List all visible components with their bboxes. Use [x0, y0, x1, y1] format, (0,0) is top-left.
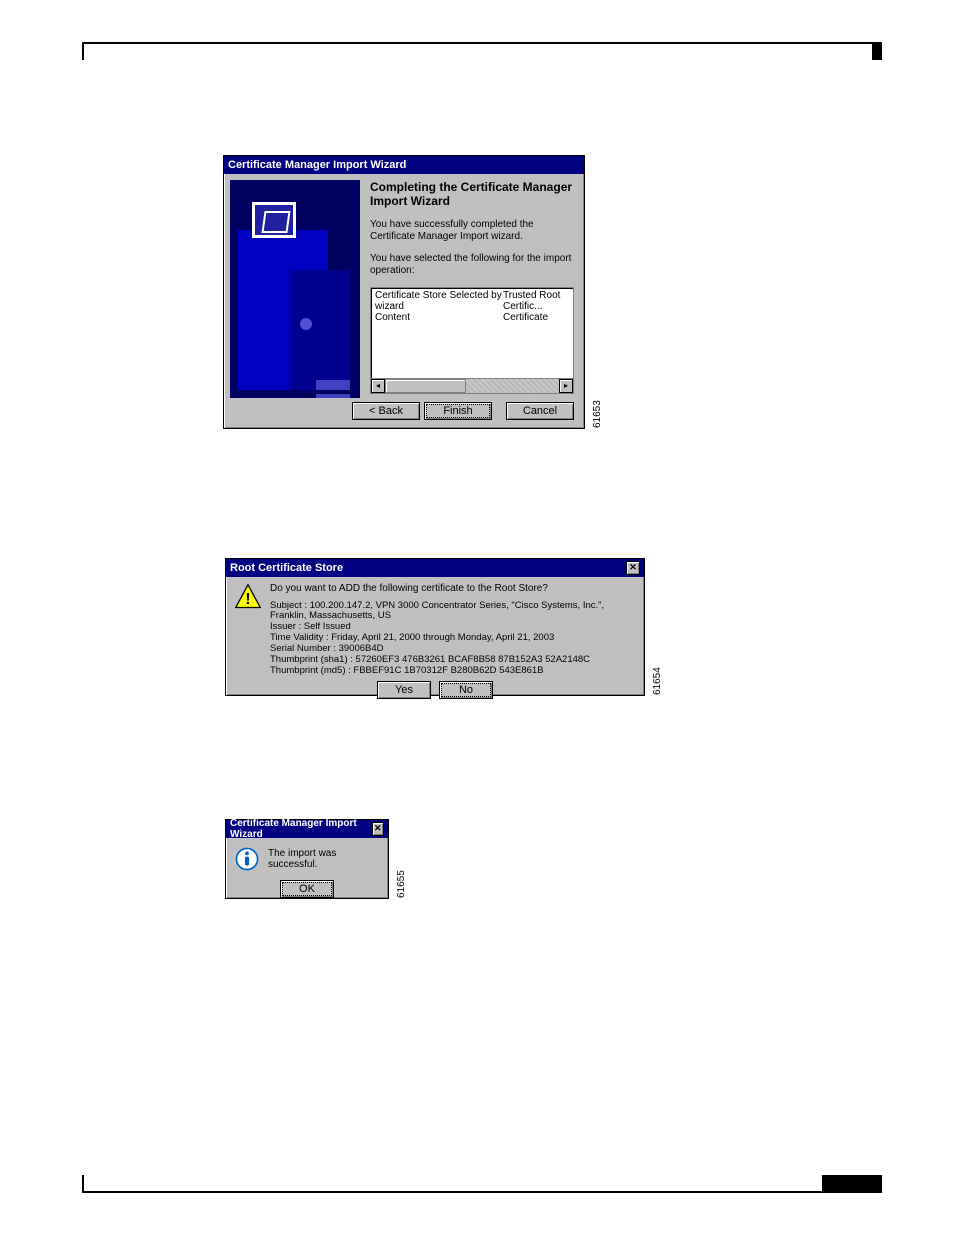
- cancel-button[interactable]: Cancel: [506, 402, 574, 420]
- wizard-summary-list: Certificate Store Selected by wizard Tru…: [370, 287, 574, 379]
- wizard-graphic: [230, 180, 360, 398]
- scroll-thumb[interactable]: [385, 379, 466, 393]
- success-dialog: Certificate Manager Import Wizard ✕ The …: [225, 819, 389, 899]
- warning-icon: !: [234, 583, 262, 611]
- no-button[interactable]: No: [439, 681, 493, 699]
- root-store-question: Do you want to ADD the following certifi…: [270, 583, 636, 595]
- close-icon[interactable]: ✕: [626, 561, 640, 575]
- list-label: Content: [375, 312, 503, 323]
- list-value: Trusted Root Certific...: [503, 290, 569, 312]
- list-label: Certificate Store Selected by wizard: [375, 290, 503, 312]
- wizard-text-2: You have selected the following for the …: [370, 253, 574, 277]
- root-store-title: Root Certificate Store: [230, 562, 343, 574]
- svg-text:!: !: [245, 591, 250, 608]
- figure-id-3: 61655: [396, 870, 407, 898]
- info-icon: [234, 846, 260, 872]
- yes-button[interactable]: Yes: [377, 681, 431, 699]
- figure-id-2: 61654: [652, 667, 663, 695]
- cert-subject: Subject : 100.200.147.2, VPN 3000 Concen…: [270, 601, 636, 623]
- close-icon[interactable]: ✕: [372, 822, 384, 836]
- horizontal-scrollbar[interactable]: ◂ ▸: [370, 378, 574, 394]
- success-title: Certificate Manager Import Wizard: [230, 818, 372, 840]
- root-store-dialog: Root Certificate Store ✕ ! Do you want t…: [225, 558, 645, 696]
- wizard-heading: Completing the Certificate Manager Impor…: [370, 180, 574, 209]
- certificate-icon: [252, 202, 296, 238]
- wizard-title: Certificate Manager Import Wizard: [228, 159, 406, 171]
- list-value: Certificate: [503, 312, 548, 323]
- page-frame-top: [82, 42, 882, 60]
- back-button[interactable]: < Back: [352, 402, 420, 420]
- wizard-dialog: Certificate Manager Import Wizard Comple…: [223, 155, 585, 429]
- scroll-left-icon[interactable]: ◂: [371, 379, 385, 393]
- figure-id-1: 61653: [592, 400, 603, 428]
- scroll-right-icon[interactable]: ▸: [559, 379, 573, 393]
- success-message: The import was successful.: [268, 848, 380, 870]
- list-item: Content Certificate: [375, 312, 569, 323]
- finish-button[interactable]: Finish: [424, 402, 492, 420]
- wizard-text-1: You have successfully completed the Cert…: [370, 219, 574, 243]
- list-item: Certificate Store Selected by wizard Tru…: [375, 290, 569, 312]
- page-frame-bottom: [82, 1175, 882, 1193]
- cert-md5: Thumbprint (md5) : FBBEF91C 1B70312F B28…: [270, 666, 636, 677]
- success-titlebar: Certificate Manager Import Wizard ✕: [226, 820, 388, 838]
- root-store-titlebar: Root Certificate Store ✕: [226, 559, 644, 577]
- wizard-titlebar: Certificate Manager Import Wizard: [224, 156, 584, 174]
- ok-button[interactable]: OK: [280, 880, 334, 898]
